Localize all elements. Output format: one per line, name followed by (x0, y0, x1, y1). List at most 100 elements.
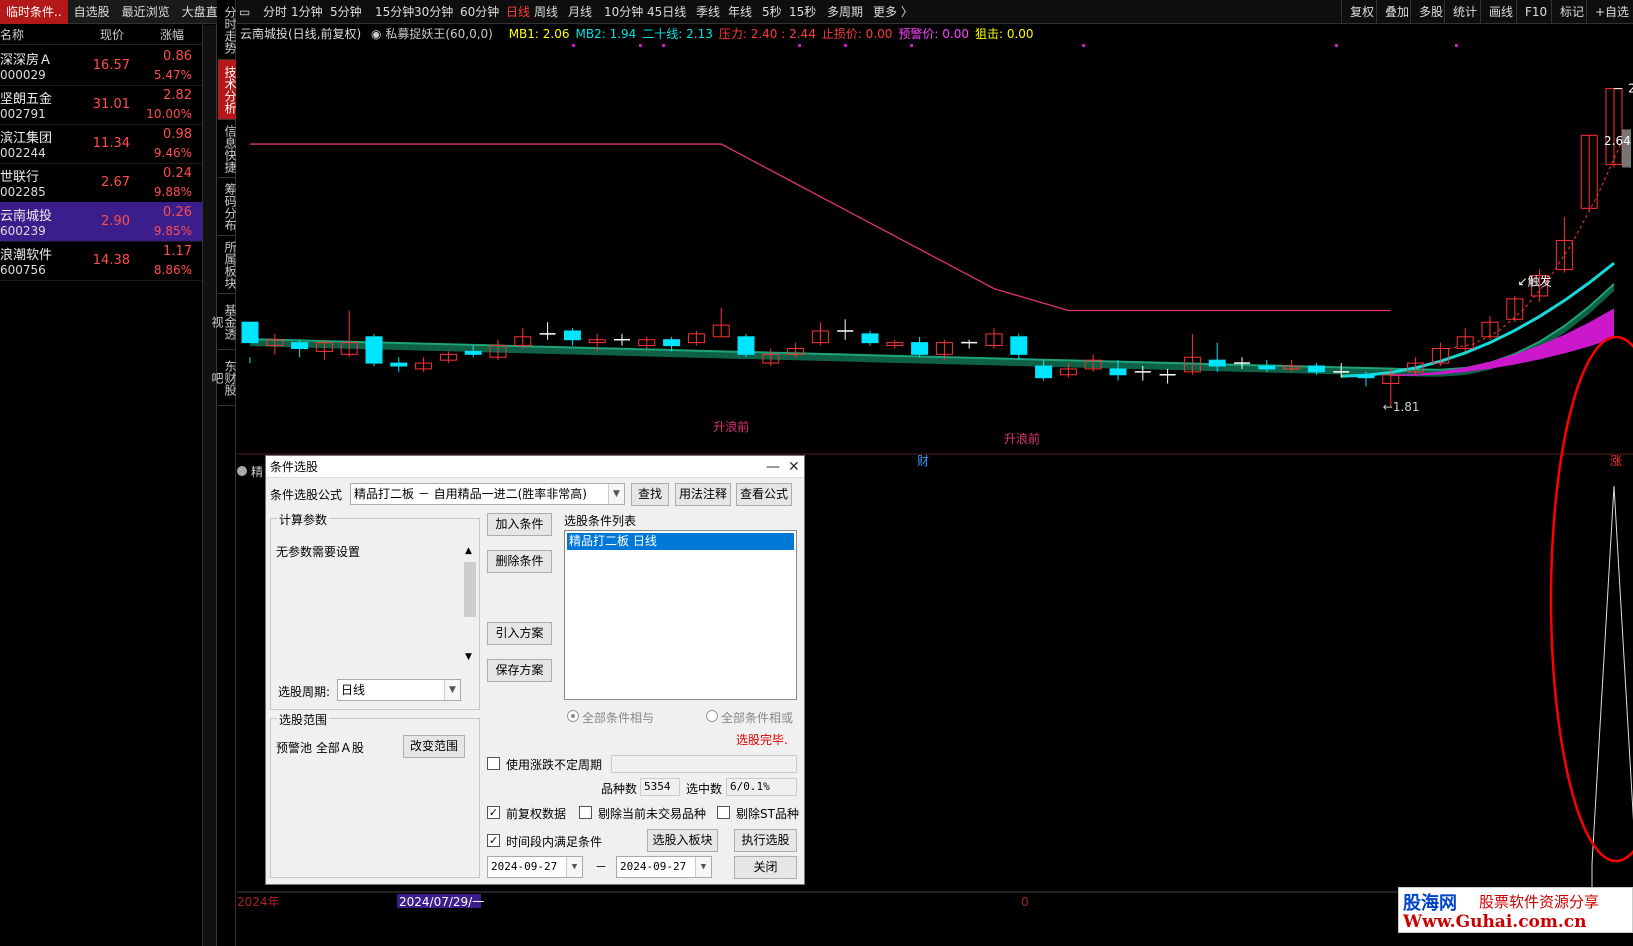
params-scrollbar[interactable]: ▲ ▼ (463, 546, 477, 666)
exclude-untraded-checkbox[interactable] (579, 806, 592, 819)
period-select[interactable]: 日线 ▼ (337, 679, 461, 701)
find-button[interactable]: 查找 (631, 483, 669, 506)
period-condition-checkbox[interactable]: ✓ (487, 834, 500, 847)
period-tab-10[interactable]: 45日线 (647, 0, 686, 24)
scroll-thumb[interactable] (464, 562, 476, 617)
side-tab-4[interactable]: 所属板块 (218, 236, 237, 294)
toolbar-button-7[interactable]: +自选 (1586, 0, 1633, 24)
range-label: 2.64 - 2.75 (1604, 134, 1633, 148)
candle-body (365, 336, 383, 364)
toolbar-button-5[interactable]: F10 (1516, 0, 1555, 24)
delete-condition-button[interactable]: 删除条件 (487, 550, 552, 573)
list-item[interactable]: 精品打二板 日线 (567, 533, 794, 550)
period-tab-4[interactable]: 30分钟 (414, 0, 453, 24)
period-tab-2[interactable]: 5分钟 (330, 0, 362, 24)
minimize-icon[interactable]: — (766, 456, 780, 478)
table-row[interactable]: 滨江集团 002244 11.34 0.98 9.46% (0, 124, 202, 164)
left-tab-2[interactable]: 最近浏览 (116, 0, 176, 24)
stock-price: 11.34 (92, 136, 130, 151)
period-tab-7[interactable]: 周线 (534, 0, 558, 24)
execute-select-button[interactable]: 执行选股 (734, 829, 797, 852)
date-to-picker[interactable]: 2024-09-27 ▼ (616, 856, 712, 878)
stock-change: 2.82 (163, 88, 192, 103)
formula-name[interactable]: ◉ 私募捉妖王(60,0,0) (371, 27, 499, 41)
add-to-block-button[interactable]: 选股入板块 (647, 829, 718, 852)
status-text: 选股完毕. (736, 733, 788, 747)
table-row[interactable]: 世联行 002285 2.67 0.24 9.88% (0, 163, 202, 203)
side-tab-1[interactable]: 技术分析 (218, 60, 237, 120)
import-scheme-button[interactable]: 引入方案 (487, 622, 552, 645)
stock-code: 000029 (0, 68, 46, 82)
period-tab-8[interactable]: 月线 (568, 0, 592, 24)
left-tab-1[interactable]: 自选股 (68, 0, 116, 24)
stock-list-header: 名称 现价 涨幅 (0, 25, 217, 45)
stock-pct: 9.88% (153, 185, 192, 199)
radio-and[interactable] (567, 710, 579, 722)
table-row[interactable]: 坚朗五金 002791 31.01 2.82 10.00% (0, 85, 202, 125)
chart-title: 云南城投(日线,前复权) (240, 27, 362, 41)
date-label-end: 0 (1021, 895, 1029, 909)
restore-data-checkbox[interactable]: ✓ (487, 806, 500, 819)
radio-or[interactable] (706, 710, 718, 722)
period-tab-14[interactable]: 15秒 (789, 0, 816, 24)
indicator-value: MB2: 1.94 (575, 27, 637, 41)
signal-dot (910, 44, 913, 47)
period-tab-15[interactable]: 多周期 (827, 0, 863, 24)
candle-body (464, 350, 482, 355)
header-change[interactable]: 涨幅 (160, 25, 184, 45)
stock-price: 2.90 (101, 214, 130, 229)
table-row[interactable]: 深深房Ａ 000029 16.57 0.86 5.47% (0, 46, 202, 86)
table-row[interactable]: 云南城投 600239 2.90 0.26 9.85% (0, 202, 202, 242)
change-range-button[interactable]: 改变范围 (403, 735, 465, 758)
indicator-value: 预警价: 0.00 (898, 27, 969, 41)
scroll-down-icon[interactable]: ▼ (465, 652, 472, 662)
view-formula-button[interactable]: 查看公式 (736, 483, 792, 506)
period-tab-6[interactable]: 日线 (506, 0, 530, 24)
close-button[interactable]: 关闭 (734, 856, 797, 879)
panel-toggle-icon[interactable]: ▭ (239, 0, 253, 24)
period-tab-11[interactable]: 季线 (696, 0, 720, 24)
restore-data-label: 前复权数据 (506, 807, 567, 821)
period-tab-0[interactable]: 分时 (263, 0, 287, 24)
period-tab-13[interactable]: 5秒 (762, 0, 782, 24)
condition-list[interactable]: 精品打二板 日线 (564, 530, 797, 700)
side-tab-0[interactable]: 分时走势 (218, 0, 237, 60)
period-tab-5[interactable]: 60分钟 (460, 0, 499, 24)
exclude-untraded-label: 剔除当前未交易品种 (598, 807, 707, 821)
low-price-label: ←1.81 (1383, 400, 1420, 414)
condition-select-dialog: 条件选股 — ✕ 条件选股公式 精品打二板 － 自用精品一进二(胜率非常高) ▼… (265, 455, 805, 885)
add-condition-button[interactable]: 加入条件 (487, 513, 552, 536)
side-tab-5[interactable]: 基金透视 (210, 294, 237, 350)
side-tab-3[interactable]: 筹码分布 (218, 178, 237, 236)
save-scheme-button[interactable]: 保存方案 (487, 659, 552, 682)
usage-notes-button[interactable]: 用法注释 (675, 483, 731, 506)
toolbar-button-4[interactable]: 画线 (1480, 0, 1521, 24)
indefinite-period-checkbox[interactable] (487, 757, 500, 770)
header-name[interactable]: 名称 (0, 25, 24, 45)
left-tab-bar: 临时条件.. 自选股 最近浏览 大盘直播 (0, 0, 230, 24)
toolbar-button-3[interactable]: 统计 (1444, 0, 1485, 24)
formula-select[interactable]: 精品打二板 － 自用精品一进二(胜率非常高) ▼ (350, 483, 625, 505)
scroll-up-icon[interactable]: ▲ (465, 546, 472, 556)
chevron-down-icon: ▼ (566, 857, 582, 877)
side-tab-2[interactable]: 信息快捷 (218, 120, 237, 178)
indicator-value: 狙击: 0.00 (974, 27, 1034, 41)
period-tab-1[interactable]: 1分钟 (291, 0, 323, 24)
formula-label: 条件选股公式 (270, 488, 343, 502)
trigger-label: ↙触发 (1518, 274, 1552, 289)
stock-list-scrollbar[interactable] (202, 25, 216, 946)
left-tab-0[interactable]: 临时条件.. (0, 0, 68, 24)
close-icon[interactable]: ✕ (788, 456, 800, 478)
header-price[interactable]: 现价 (100, 25, 124, 45)
period-tab-9[interactable]: 10分钟 (604, 0, 643, 24)
period-select-value: 日线 (341, 683, 366, 697)
table-row[interactable]: 浪潮软件 600756 14.38 1.17 8.86% (0, 241, 202, 281)
side-tab-6[interactable]: 东财股吧 (210, 350, 237, 406)
dialog-titlebar[interactable]: 条件选股 — ✕ (266, 456, 804, 478)
period-tab-12[interactable]: 年线 (728, 0, 752, 24)
exclude-st-checkbox[interactable] (717, 806, 730, 819)
date-from-picker[interactable]: 2024-09-27 ▼ (487, 856, 583, 878)
stock-code: 002285 (0, 185, 46, 199)
period-tab-3[interactable]: 15分钟 (375, 0, 414, 24)
period-tab-16[interactable]: 更多 〉 (873, 0, 913, 24)
